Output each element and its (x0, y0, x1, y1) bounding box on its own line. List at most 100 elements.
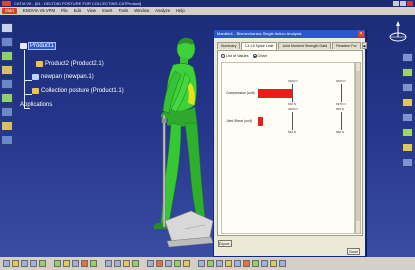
catalog-icon[interactable] (198, 260, 205, 267)
catia-logo-icon (2, 1, 11, 6)
anthropometry-icon[interactable] (132, 260, 139, 267)
hide-show-icon[interactable] (402, 143, 413, 152)
joint-shear-bar (258, 117, 263, 126)
analysis-icon[interactable] (1, 121, 13, 131)
cut-icon[interactable] (39, 260, 46, 267)
fix-icon[interactable] (225, 260, 232, 267)
replay-icon[interactable] (261, 260, 268, 267)
manikin-posture-icon[interactable] (54, 260, 61, 267)
tab-summary[interactable]: Summary (217, 42, 241, 49)
category-label: Joint Shear (unit) (226, 119, 252, 123)
tree-item-applications[interactable]: Applications (20, 102, 52, 108)
section-icon[interactable] (165, 260, 172, 267)
export-button[interactable]: Export... (218, 240, 232, 247)
menu-tools[interactable]: Tools (118, 7, 128, 15)
menu-start[interactable]: Start (2, 8, 17, 14)
part-node-icon (32, 74, 39, 80)
menu-view[interactable]: View (87, 7, 96, 15)
tab-scroll-arrows-icon[interactable]: ◂▸ (361, 42, 368, 49)
menu-insert[interactable]: Insert (102, 7, 112, 15)
limit-line (341, 112, 342, 130)
print-icon[interactable] (30, 260, 37, 267)
scrollbar-thumb[interactable] (356, 71, 360, 221)
rula-icon[interactable] (81, 260, 88, 267)
value-label: 3400 N (288, 79, 298, 83)
list-of-values-option[interactable]: List of Values (221, 54, 249, 58)
close-button[interactable]: Close (347, 248, 360, 255)
part-node-icon (36, 61, 43, 67)
tree-connector (24, 80, 32, 81)
compass-icon[interactable] (387, 21, 409, 45)
dialog-close-icon[interactable]: × (358, 31, 364, 37)
simulation-icon[interactable] (252, 260, 259, 267)
product-node-icon (20, 43, 27, 49)
value-label: 640 N (288, 102, 297, 106)
tree-item-product1[interactable]: Product1 (20, 42, 57, 50)
menu-window[interactable]: Window (134, 7, 149, 15)
folder-icon[interactable] (12, 260, 19, 267)
menu-file[interactable]: File (61, 7, 68, 15)
render-icon[interactable] (402, 128, 413, 137)
vision-window-icon[interactable] (72, 260, 79, 267)
dialog-title: Manikin1 - Biomechanics Single Action An… (217, 31, 302, 36)
minimize-button[interactable] (393, 1, 399, 6)
tab-reaction-forces[interactable]: Reaction For (332, 42, 361, 49)
annotation-icon[interactable] (183, 260, 190, 267)
menu-help[interactable]: Help (176, 7, 185, 15)
manipulate-icon[interactable] (216, 260, 223, 267)
measure-icon[interactable] (147, 260, 154, 267)
tab-joint-moment-strength[interactable]: Joint Moment Strength Data (278, 42, 332, 49)
spine-chart: Compression (unit) 3400 N 640 N 6400 N 6… (221, 62, 355, 234)
push-pull-icon[interactable] (114, 260, 121, 267)
tree-connector (24, 94, 32, 95)
select-icon[interactable] (3, 260, 10, 267)
swap-space-icon[interactable] (402, 158, 413, 167)
rotate-icon[interactable] (402, 83, 413, 92)
tab-spine-limit[interactable]: L4-L5 Spine Limit (241, 42, 278, 50)
clash-icon[interactable] (156, 260, 163, 267)
tree-item-label: Applications (20, 102, 53, 108)
tree-item-label: newpan (newpan.1) (41, 74, 94, 80)
tree-connector (24, 50, 25, 108)
zoom-icon[interactable] (402, 98, 413, 107)
constraint-tool-icon[interactable] (207, 260, 214, 267)
product-icon[interactable] (1, 23, 13, 33)
menu-analyze[interactable]: Analyze (155, 7, 170, 15)
track-icon[interactable] (270, 260, 277, 267)
vision-icon[interactable] (1, 135, 13, 145)
assembly-icon[interactable] (1, 37, 13, 47)
stop-icon[interactable] (243, 260, 250, 267)
update-icon[interactable] (234, 260, 241, 267)
limit-line (292, 112, 293, 130)
move-icon[interactable] (1, 51, 13, 61)
pan-icon[interactable] (402, 68, 413, 77)
biomechanics-icon[interactable] (105, 260, 112, 267)
right-toolbar (402, 53, 414, 167)
save-icon[interactable] (21, 260, 28, 267)
3d-viewport[interactable]: Product1 Product2 (Product2.1) newpan (n… (0, 15, 415, 257)
manikin-icon[interactable] (1, 93, 13, 103)
value-label: 6400 N (336, 79, 346, 83)
menu-enovia[interactable]: ENOVIA V5 VPM (23, 7, 55, 15)
sequence-icon[interactable] (279, 260, 286, 267)
tree-item-newpan[interactable]: newpan (newpan.1) (32, 74, 94, 80)
chart-scrollbar[interactable] (355, 62, 361, 234)
constraint-icon[interactable] (1, 79, 13, 89)
close-window-button[interactable] (407, 1, 413, 6)
window-controls (393, 1, 413, 6)
lift-analysis-icon[interactable] (90, 260, 97, 267)
posture-icon[interactable] (1, 107, 13, 117)
chart-option[interactable]: Chart (252, 54, 267, 58)
tree-item-product2[interactable]: Product2 (Product2.1) (36, 61, 104, 67)
maximize-button[interactable] (400, 1, 406, 6)
window-title-bar: CATIA V5 - [04 - DELTOID POSTURE FOR COL… (0, 0, 415, 7)
value-label: 500 N (336, 107, 345, 111)
fit-all-icon[interactable] (402, 53, 413, 62)
carry-icon[interactable] (123, 260, 130, 267)
snapshot-icon[interactable] (174, 260, 181, 267)
snap-icon[interactable] (1, 65, 13, 75)
reach-icon[interactable] (63, 260, 70, 267)
menu-edit[interactable]: Edit (74, 7, 81, 15)
normal-view-icon[interactable] (402, 113, 413, 122)
dialog-title-bar[interactable]: Manikin1 - Biomechanics Single Action An… (214, 30, 365, 38)
